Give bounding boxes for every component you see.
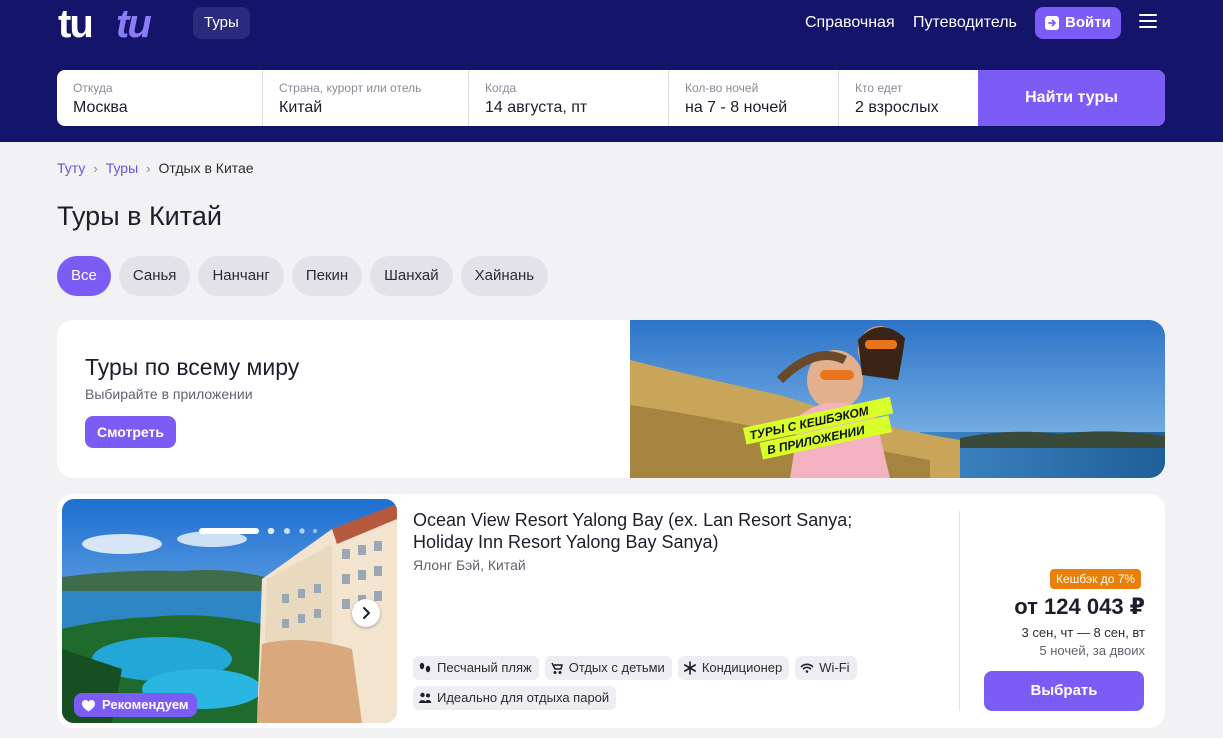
nav-link-guide[interactable]: Путеводитель	[913, 13, 1017, 33]
chevron-right-icon: ›	[146, 161, 151, 176]
svg-text:tu: tu	[58, 5, 92, 43]
login-icon	[1045, 16, 1059, 30]
travelers-value: 2 взрослых	[855, 99, 939, 116]
find-tours-button[interactable]: Найти туры	[978, 70, 1165, 126]
date-label: Когда	[485, 81, 517, 95]
travelers-field[interactable]: Кто едет 2 взрослых	[839, 70, 978, 126]
nights-label: Кол-во ночей	[685, 81, 759, 95]
breadcrumb: Туту › Туры › Отдых в Китае	[57, 159, 254, 178]
tour-nights: 5 ночей, за двоих	[1039, 643, 1145, 658]
filter-shanghai[interactable]: Шанхай	[370, 256, 453, 296]
login-label: Войти	[1065, 14, 1111, 31]
amenity-kids: Отдых с детьми	[544, 656, 672, 680]
hotel-location: Ялонг Бэй, Китай	[413, 557, 526, 573]
hotel-name[interactable]: Ocean View Resort Yalong Bay (ex. Lan Re…	[413, 509, 903, 553]
hotel-card[interactable]: Рекомендуем Ocean View Resort Yalong Bay…	[57, 494, 1165, 728]
tutu-logo[interactable]: tu tu	[58, 5, 182, 43]
amenity-tags: Песчаный пляж Отдых с детьми Кондиционер…	[413, 656, 863, 710]
tour-dates: 3 сен, чт — 8 сен, вт	[1021, 625, 1145, 640]
promo-view-button[interactable]: Смотреть	[85, 416, 176, 448]
from-field[interactable]: Откуда Москва	[57, 70, 263, 126]
gallery-next-button[interactable]	[352, 599, 380, 627]
stroller-icon	[551, 662, 563, 674]
filter-sanya[interactable]: Санья	[118, 256, 191, 296]
filter-hainan[interactable]: Хайнань	[460, 256, 549, 296]
gallery-dots	[199, 521, 324, 535]
breadcrumb-tutu[interactable]: Туту	[57, 160, 85, 176]
promo-banner: Туры по всему миру Выбирайте в приложени…	[57, 320, 1165, 478]
recommended-badge: Рекомендуем	[74, 693, 197, 717]
filter-all[interactable]: Все	[57, 256, 111, 296]
header: tu tu Туры Справочная Путеводитель Войти…	[0, 0, 1223, 142]
destination-value: Китай	[279, 99, 323, 116]
wifi-icon	[800, 663, 814, 673]
recommend-icon	[82, 700, 95, 712]
promo-title: Туры по всему миру	[85, 354, 300, 380]
destination-filters: Все Санья Нанчанг Пекин Шанхай Хайнань	[57, 256, 549, 296]
travelers-label: Кто едет	[855, 81, 903, 95]
filter-beijing[interactable]: Пекин	[291, 256, 363, 296]
login-button[interactable]: Войти	[1035, 7, 1121, 39]
destination-field[interactable]: Страна, курорт или отель Китай	[263, 70, 469, 126]
burger-icon[interactable]	[1139, 14, 1157, 28]
tour-price: от 124 043 ₽	[1014, 594, 1145, 619]
from-value: Москва	[73, 99, 128, 116]
snowflake-icon	[683, 661, 696, 675]
svg-text:tu: tu	[116, 5, 151, 43]
chevron-right-icon	[363, 607, 370, 619]
cashback-badge: Кешбэк до 7%	[1050, 569, 1142, 589]
chevron-right-icon: ›	[93, 161, 98, 176]
breadcrumb-current: Отдых в Китае	[158, 160, 254, 176]
date-field[interactable]: Когда 14 августа, пт	[469, 70, 669, 126]
couple-icon	[418, 692, 432, 703]
from-label: Откуда	[73, 81, 113, 95]
page-title: Туры в Китай	[57, 201, 222, 231]
date-value: 14 августа, пт	[485, 99, 588, 116]
nights-field[interactable]: Кол-во ночей на 7 - 8 ночей	[669, 70, 839, 126]
amenity-ac: Кондиционер	[677, 656, 790, 680]
amenity-wifi: Wi-Fi	[795, 656, 857, 680]
amenity-sandy-beach: Песчаный пляж	[413, 656, 539, 680]
price-divider	[959, 511, 960, 711]
promo-subtitle: Выбирайте в приложении	[85, 386, 253, 402]
nav-link-help[interactable]: Справочная	[805, 13, 895, 33]
destination-label: Страна, курорт или отель	[279, 81, 422, 95]
amenity-couples: Идеально для отдыха парой	[413, 686, 617, 710]
nights-value: на 7 - 8 ночей	[685, 99, 788, 116]
promo-image: ТУРЫ С КЕШБЭКОМ В ПРИЛОЖЕНИИ	[630, 320, 1165, 478]
breadcrumb-tours[interactable]: Туры	[106, 160, 138, 176]
section-tag-tours[interactable]: Туры	[193, 7, 250, 39]
footprints-icon	[419, 662, 431, 673]
hotel-photo[interactable]: Рекомендуем	[62, 499, 397, 723]
recommended-label: Рекомендуем	[102, 697, 189, 712]
search-form: Откуда Москва Страна, курорт или отель К…	[57, 70, 1165, 126]
choose-button[interactable]: Выбрать	[984, 671, 1144, 711]
filter-nanchang[interactable]: Нанчанг	[198, 256, 284, 296]
